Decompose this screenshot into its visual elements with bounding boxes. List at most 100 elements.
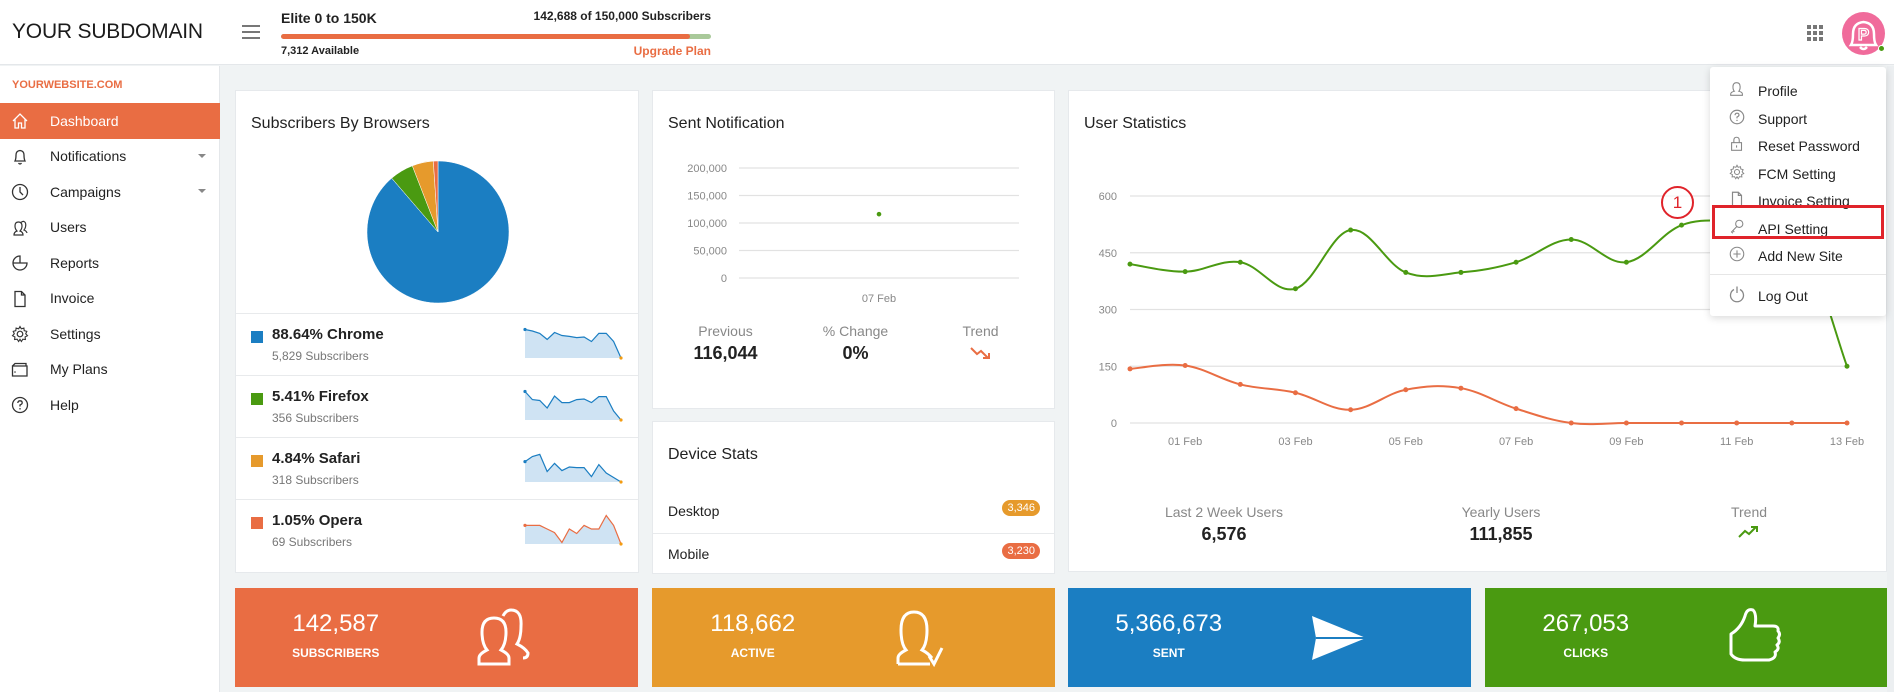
yearly-users-stat: Yearly Users 111,855 — [1406, 504, 1596, 545]
sidebar-item-campaigns[interactable]: Campaigns — [0, 174, 220, 210]
browser-label: 1.05% Opera — [272, 512, 363, 529]
previous-value: 116,044 — [693, 343, 758, 363]
y-tick-label: 50,000 — [693, 246, 727, 258]
sparkline-end-point — [619, 356, 623, 360]
stat-tile-subscribers[interactable]: 142,587 SUBSCRIBERS — [235, 588, 638, 687]
data-point[interactable] — [1513, 406, 1519, 412]
data-point[interactable] — [1513, 259, 1519, 265]
gear-icon — [11, 325, 29, 343]
data-point[interactable] — [1679, 222, 1685, 228]
user-check-icon — [896, 610, 944, 668]
page-scrollbar[interactable] — [1887, 66, 1894, 692]
sidebar-item-settings[interactable]: Settings — [0, 316, 220, 352]
dropdown-item-support[interactable]: Support — [1710, 106, 1886, 132]
data-point[interactable] — [1237, 381, 1243, 387]
dropdown-item-log-out[interactable]: Log Out — [1710, 283, 1886, 309]
data-point[interactable] — [1182, 362, 1188, 368]
chevron-down-icon[interactable] — [198, 189, 206, 193]
dropdown-item-fcm-setting[interactable]: FCM Setting — [1710, 161, 1886, 187]
dropdown-item-add-new-site[interactable]: Add New Site — [1710, 243, 1886, 269]
x-tick-label: 11 Feb — [1720, 436, 1753, 448]
sidebar-item-label: Invoice — [50, 290, 95, 307]
x-tick-label: 13 Feb — [1830, 436, 1864, 448]
stat-tile-sent[interactable]: 5,366,673 SENT — [1068, 588, 1471, 687]
dropdown-item-label: Reset Password — [1758, 138, 1860, 154]
sidebar-item-my-plans[interactable]: My Plans — [0, 352, 220, 388]
upgrade-plan-link[interactable]: Upgrade Plan — [600, 44, 711, 58]
series-line-unsubscribed — [1129, 363, 1847, 426]
data-point[interactable] — [1623, 259, 1629, 265]
y-tick-label: 0 — [1111, 418, 1117, 430]
data-point[interactable] — [1292, 390, 1298, 396]
data-point[interactable] — [1348, 407, 1354, 413]
device-row-desktop: Desktop 3,346 — [653, 491, 1054, 533]
sparkline-start-point — [523, 327, 527, 332]
data-point[interactable] — [1403, 387, 1409, 393]
users-icon — [477, 608, 530, 666]
apps-grid-icon[interactable] — [1807, 25, 1823, 41]
sidebar-item-notifications[interactable]: Notifications — [0, 139, 220, 175]
menu-toggle-icon[interactable] — [242, 25, 260, 39]
tile-value: 142,587 — [292, 610, 380, 637]
stat-tile-clicks[interactable]: 267,053 CLICKS — [1485, 588, 1888, 687]
step-marker: 1 — [1661, 186, 1694, 219]
data-point[interactable] — [1182, 269, 1188, 275]
browser-sparkline — [523, 453, 623, 484]
browser-row: 88.64% Chrome 5,829 Subscribers — [236, 313, 638, 375]
dropdown-item-api-setting[interactable]: API Setting — [1710, 216, 1886, 242]
data-point[interactable] — [1458, 385, 1464, 391]
data-point[interactable] — [1679, 420, 1685, 426]
brand-logo[interactable]: YOUR SUBDOMAIN — [12, 20, 203, 44]
data-point[interactable] — [1734, 420, 1740, 426]
users-trend-stat: Trend — [1679, 504, 1819, 545]
sent-notification-card: Sent Notification 200,000 150,000 100,000 5… — [652, 90, 1055, 409]
device-count-badge: 3,346 — [1002, 500, 1040, 516]
plan-available: 7,312 Available — [281, 45, 360, 57]
data-point[interactable] — [1844, 420, 1850, 426]
data-point[interactable] — [1348, 227, 1354, 233]
data-point[interactable] — [1237, 259, 1243, 265]
dropdown-item-reset-password[interactable]: Reset Password — [1710, 133, 1886, 159]
data-point[interactable] — [1127, 366, 1133, 372]
y-tick-label: 100,000 — [687, 218, 727, 230]
data-point[interactable] — [1789, 420, 1795, 426]
sidebar-item-help[interactable]: Help — [0, 387, 220, 423]
data-point[interactable] — [876, 211, 882, 217]
tile-value: 267,053 — [1542, 610, 1630, 637]
tile-label: SUBSCRIBERS — [292, 646, 380, 660]
sidebar: YOURWEBSITE.COM Dashboard Notifications Ca… — [0, 66, 220, 692]
avatar[interactable]: P — [1842, 12, 1885, 55]
dropdown-item-profile[interactable]: Profile — [1710, 78, 1886, 104]
data-point[interactable] — [1844, 363, 1850, 369]
profile-dropdown-menu: Profile Support Reset Password FCM Setting I… — [1710, 67, 1886, 316]
data-point[interactable] — [1403, 269, 1409, 275]
data-point[interactable] — [1623, 420, 1629, 426]
browsers-card: Subscribers By Browsers 88.64% Chrome 5,… — [235, 90, 639, 573]
previous-label: Previous — [698, 323, 753, 339]
y-tick-label: 300 — [1099, 305, 1117, 317]
sparkline-area — [525, 454, 621, 482]
card-title: Sent Notification — [668, 115, 785, 132]
data-point[interactable] — [1458, 269, 1464, 275]
send-icon — [1312, 616, 1366, 660]
chevron-down-icon[interactable] — [198, 153, 206, 158]
sidebar-item-invoice[interactable]: Invoice — [0, 281, 220, 317]
dropdown-item-invoice-setting[interactable]: Invoice Setting — [1710, 188, 1886, 214]
stat-tile-active[interactable]: 118,662 ACTIVE — [652, 588, 1055, 687]
sidebar-item-reports[interactable]: Reports — [0, 245, 220, 281]
sidebar-item-users[interactable]: Users — [0, 210, 220, 246]
last-2-week-users-stat: Last 2 Week Users 6,576 — [1129, 504, 1319, 545]
data-point[interactable] — [1568, 420, 1574, 426]
data-point[interactable] — [1292, 286, 1298, 292]
site-selector[interactable]: YOURWEBSITE.COM — [12, 79, 122, 91]
sidebar-item-label: My Plans — [50, 361, 108, 378]
sidebar-item-dashboard[interactable]: Dashboard — [0, 103, 220, 139]
legend-swatch — [251, 331, 263, 343]
dropdown-item-label: Invoice Setting — [1758, 193, 1850, 209]
device-stats-card: Device Stats Desktop 3,346 Mobile 3,230 — [652, 421, 1055, 574]
data-point[interactable] — [1568, 237, 1574, 243]
sparkline-start-point — [523, 389, 527, 394]
data-point[interactable] — [1127, 261, 1133, 267]
tile-label: CLICKS — [1563, 646, 1609, 660]
browser-subscribers: 69 Subscribers — [272, 535, 353, 549]
